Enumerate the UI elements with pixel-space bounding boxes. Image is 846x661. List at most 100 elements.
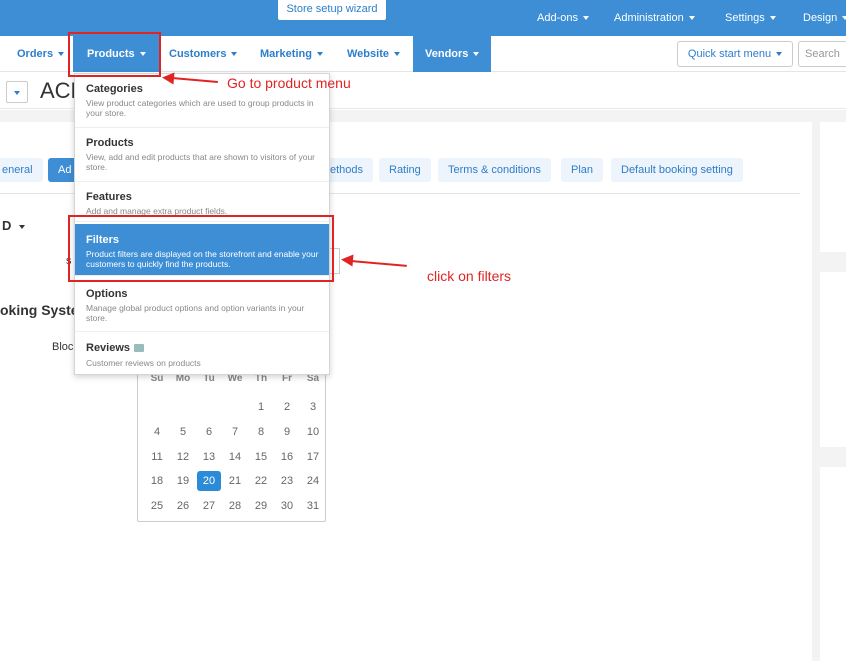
tab-general[interactable]: eneral — [0, 158, 43, 182]
calendar-day[interactable]: 10 — [301, 422, 325, 442]
menu-item-title: Features — [86, 191, 132, 203]
chevron-down-icon — [14, 90, 20, 95]
menu-item-title: Products — [86, 137, 134, 149]
booking-system-heading: oking Syste — [0, 302, 79, 318]
design-menu[interactable]: Design — [803, 12, 846, 24]
calendar-day[interactable]: 3 — [301, 397, 325, 417]
chevron-down-icon — [231, 52, 238, 57]
section-toggle[interactable]: D — [2, 218, 26, 233]
tab-rating[interactable]: Rating — [379, 158, 431, 182]
calendar-week: 18 19 20 21 22 23 24 — [142, 471, 322, 491]
nav-customers[interactable]: Customers — [169, 36, 238, 72]
nav-website-label: Website — [347, 48, 389, 60]
calendar-day[interactable]: 27 — [197, 496, 221, 516]
tab-terms-conditions[interactable]: Terms & conditions — [438, 158, 551, 182]
calendar-day[interactable]: 29 — [249, 496, 273, 516]
addon-puzzle-icon — [134, 344, 145, 353]
menu-item-options[interactable]: Options Manage global product options an… — [75, 278, 329, 332]
calendar-day[interactable]: 26 — [171, 496, 195, 516]
calendar-day[interactable]: 22 — [249, 471, 273, 491]
calendar-day[interactable]: 23 — [275, 471, 299, 491]
calendar-day[interactable]: 15 — [249, 447, 273, 467]
quick-start-label: Quick start menu — [687, 48, 772, 60]
calendar-day[interactable]: 14 — [223, 447, 247, 467]
search-input[interactable]: Search — [798, 41, 846, 67]
right-sidebar-panel — [820, 467, 846, 661]
annotation-box-filters — [68, 215, 334, 282]
settings-menu[interactable]: Settings — [725, 12, 776, 24]
chevron-down-icon — [19, 224, 26, 229]
chevron-down-icon — [776, 52, 783, 57]
annotation-product-menu: Go to product menu — [227, 75, 351, 91]
menu-item-description: Manage global product options and option… — [86, 303, 305, 323]
section-toggle-label: D — [2, 218, 12, 233]
tab-default-booking-setting[interactable]: Default booking setting — [611, 158, 743, 182]
menu-item-products[interactable]: Products View, add and edit products tha… — [75, 128, 329, 182]
store-setup-wizard-button[interactable]: Store setup wizard — [278, 0, 386, 20]
calendar-day[interactable]: 17 — [301, 447, 325, 467]
administration-label: Administration — [614, 12, 684, 24]
calendar-week: 1 2 3 — [142, 397, 322, 417]
calendar-day[interactable]: 2 — [275, 397, 299, 417]
calendar-day[interactable]: 21 — [223, 471, 247, 491]
calendar-day[interactable]: 7 — [223, 422, 247, 442]
calendar-day[interactable]: 12 — [171, 447, 195, 467]
calendar-day[interactable]: 16 — [275, 447, 299, 467]
menu-item-title-text: Reviews — [86, 342, 131, 354]
menu-item-description: View, add and edit products that are sho… — [86, 152, 316, 172]
calendar-day[interactable]: 25 — [145, 496, 169, 516]
nav-vendors-label: Vendors — [425, 48, 469, 60]
tab-plan[interactable]: Plan — [561, 158, 604, 182]
calendar-day[interactable]: 11 — [145, 447, 169, 467]
nav-vendors[interactable]: Vendors — [413, 36, 492, 72]
top-bar — [0, 0, 846, 36]
nav-customers-label: Customers — [169, 48, 227, 60]
menu-item-title: Categories — [86, 83, 143, 95]
calendar-week: 4 5 6 7 8 9 10 — [142, 422, 322, 442]
calendar-day[interactable]: 31 — [301, 496, 325, 516]
addons-label: Add-ons — [537, 12, 578, 24]
calendar-day[interactable]: 30 — [275, 496, 299, 516]
calendar-day[interactable]: 24 — [301, 471, 325, 491]
chevron-down-icon — [316, 52, 323, 57]
right-sidebar-panel — [820, 122, 846, 252]
menu-item-description: View product categories which are used t… — [86, 98, 314, 118]
toggle-select-button[interactable] — [6, 81, 28, 103]
calendar-day[interactable]: 19 — [171, 471, 195, 491]
date-picker-calendar: Su Mo Tu We Th Fr Sa 1 2 3 4 5 6 7 8 9 1… — [137, 362, 326, 522]
calendar-day[interactable]: 8 — [249, 422, 273, 442]
annotation-box-products — [68, 32, 161, 77]
annotation-filters: click on filters — [427, 268, 512, 284]
addons-menu[interactable]: Add-ons — [537, 12, 589, 24]
calendar-day[interactable]: 28 — [223, 496, 247, 516]
calendar-day[interactable]: 6 — [197, 422, 221, 442]
menu-item-reviews[interactable]: Reviews Customer reviews on products — [75, 332, 329, 374]
calendar-day[interactable]: 9 — [275, 422, 299, 442]
calendar-day[interactable]: 18 — [145, 471, 169, 491]
nav-orders[interactable]: Orders — [17, 36, 65, 72]
calendar-week: 25 26 27 28 29 30 31 — [142, 496, 322, 516]
right-sidebar-panel — [820, 272, 846, 447]
calendar-day[interactable]: 4 — [145, 422, 169, 442]
block-label: Bloc — [52, 341, 74, 353]
calendar-day[interactable]: 1 — [249, 397, 273, 417]
chevron-down-icon — [688, 16, 695, 21]
menu-item-description: Customer reviews on products — [86, 358, 201, 368]
calendar-day[interactable]: 5 — [171, 422, 195, 442]
chevron-down-icon — [582, 16, 589, 21]
design-label: Design — [803, 12, 838, 24]
chevron-down-icon — [842, 16, 846, 21]
nav-marketing[interactable]: Marketing — [260, 36, 323, 72]
chevron-down-icon — [473, 52, 480, 57]
menu-item-title: Reviews — [86, 342, 145, 354]
administration-menu[interactable]: Administration — [614, 12, 695, 24]
nav-marketing-label: Marketing — [260, 48, 312, 60]
settings-label: Settings — [725, 12, 765, 24]
chevron-down-icon — [58, 52, 65, 57]
calendar-week: 11 12 13 14 15 16 17 — [142, 447, 322, 467]
calendar-day-today[interactable]: 20 — [197, 471, 221, 491]
menu-item-title: Options — [86, 288, 128, 300]
quick-start-menu-button[interactable]: Quick start menu — [677, 41, 793, 67]
nav-website[interactable]: Website — [347, 36, 400, 72]
calendar-day[interactable]: 13 — [197, 447, 221, 467]
